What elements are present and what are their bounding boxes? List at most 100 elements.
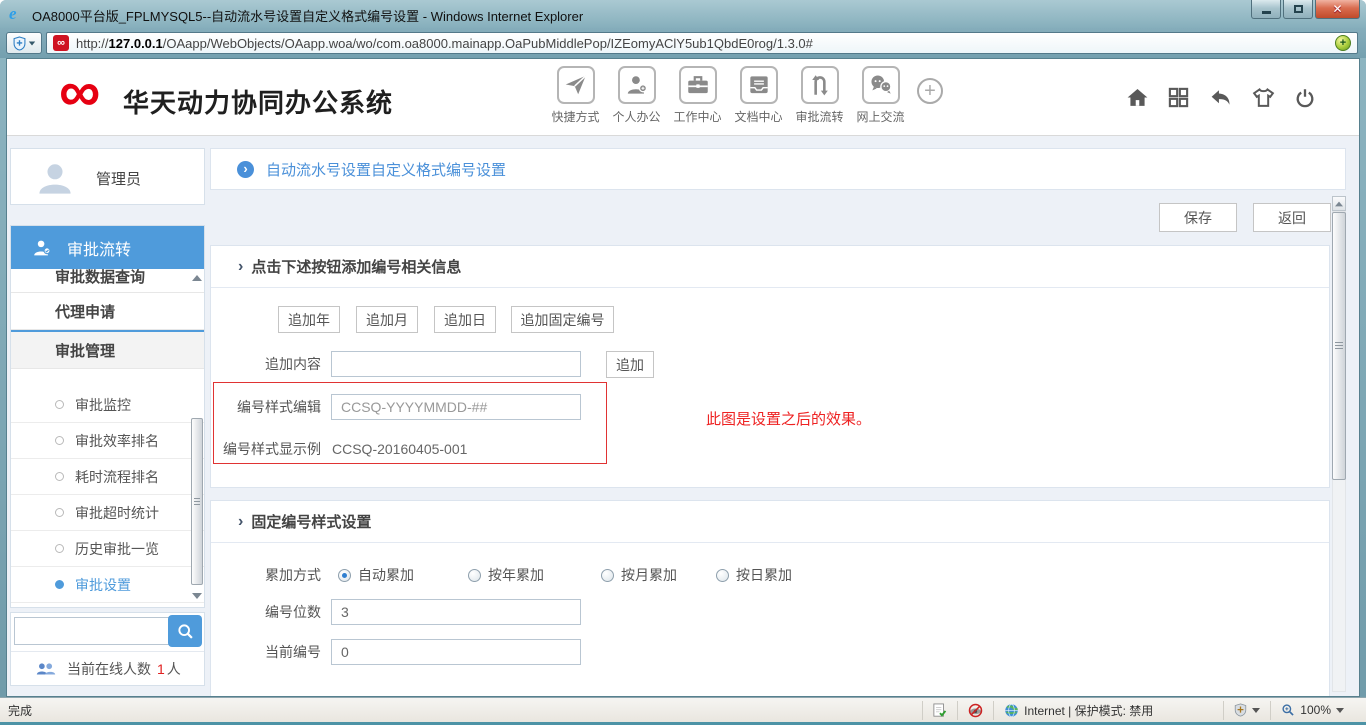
sidebar-scroll-down-icon[interactable] <box>192 593 202 599</box>
append-day-button[interactable]: 追加日 <box>434 306 496 333</box>
maximize-button[interactable] <box>1283 0 1313 19</box>
online-label: 当前在线人数 <box>67 661 151 677</box>
address-bar: ∞ http://127.0.0.1/OAapp/WebObjects/OAap… <box>0 28 1366 58</box>
nav-label: 文档中心 <box>734 110 783 124</box>
sidebar-subitem-approval-settings[interactable]: 审批设置 <box>11 567 204 603</box>
window-titlebar: e OA8000平台版_FPLMYSQL5--自动流水号设置自定义格式编号设置 … <box>0 0 1366 28</box>
sidebar-submenu: 审批监控 审批效率排名 耗时流程排名 审批超时统计 历史审批一览 审批设置 <box>11 387 204 603</box>
current-number-label: 当前编号 <box>265 644 321 660</box>
sidebar-item-data-query[interactable]: 审批数据查询 <box>11 269 204 293</box>
sidebar-scroll-up-icon[interactable] <box>192 275 202 281</box>
append-content-input[interactable] <box>331 351 581 377</box>
app-header: ∞ 华天动力协同办公系统 快捷方式 个人办公 工作中心 文档中心 审批流转 网上… <box>7 59 1359 136</box>
bullet-icon <box>55 436 64 445</box>
site-favicon: ∞ <box>53 35 69 51</box>
back-arrow-icon[interactable] <box>1207 85 1234 110</box>
zoom-level-text: 100% <box>1300 703 1331 717</box>
sidebar-subitem-history-list[interactable]: 历史审批一览 <box>11 531 204 567</box>
radio-label: 按月累加 <box>621 567 677 583</box>
minimize-button[interactable] <box>1251 0 1281 19</box>
ie-icon: e <box>9 4 17 23</box>
page-title: 自动流水号设置自定义格式编号设置 <box>266 161 507 179</box>
compatibility-button[interactable] <box>6 32 42 54</box>
back-button[interactable]: 返回 <box>1253 203 1331 232</box>
small-shield-icon <box>1235 703 1247 717</box>
radio-yearly-accumulate[interactable]: 按年累加 <box>468 567 544 583</box>
scroll-up-button[interactable] <box>1332 196 1346 211</box>
append-button[interactable]: 追加 <box>606 351 654 378</box>
online-unit: 人 <box>166 661 181 677</box>
sidebar-item-label: 代理申请 <box>55 303 116 321</box>
append-year-button[interactable]: 追加年 <box>278 306 340 333</box>
app-body: 管理员 审批流转 审批数据查询 代理申请 审批管理 审批监控 审批效率排名 耗时… <box>7 136 1359 696</box>
nav-label: 审批流转 <box>795 110 844 124</box>
current-number-input[interactable] <box>331 639 581 665</box>
nav-item-work-center[interactable]: 工作中心 <box>667 66 728 125</box>
sidebar-subitem-approval-monitor[interactable]: 审批监控 <box>11 387 204 423</box>
subitem-label: 审批效率排名 <box>75 432 159 449</box>
append-fixed-number-button[interactable]: 追加固定编号 <box>511 306 614 333</box>
bullet-icon <box>55 508 64 517</box>
close-button[interactable]: ✕ <box>1315 0 1360 19</box>
user-name: 管理员 <box>96 171 142 188</box>
sidebar-item-agent-apply[interactable]: 代理申请 <box>11 293 204 330</box>
subitem-label: 审批监控 <box>75 396 131 413</box>
radio-monthly-accumulate[interactable]: 按月累加 <box>601 567 677 583</box>
style-edit-input[interactable] <box>331 394 581 420</box>
globe-icon <box>1005 703 1019 717</box>
radio-icon <box>601 568 614 582</box>
radio-label: 按年累加 <box>488 567 544 583</box>
append-month-button[interactable]: 追加月 <box>356 306 418 333</box>
theme-tshirt-icon[interactable] <box>1251 85 1276 110</box>
subitem-label: 审批设置 <box>75 576 131 593</box>
sidebar-item-approval-manage[interactable]: 审批管理 <box>11 332 204 369</box>
sidebar-scrollbar-thumb[interactable] <box>191 418 203 585</box>
grid-apps-icon[interactable] <box>1167 86 1190 109</box>
sidebar-menu: 审批流转 审批数据查询 代理申请 审批管理 审批监控 审批效率排名 耗时流程排名… <box>10 225 205 608</box>
window-controls: ✕ <box>1249 0 1360 19</box>
window-title: OA8000平台版_FPLMYSQL5--自动流水号设置自定义格式编号设置 - … <box>32 9 584 24</box>
search-input[interactable] <box>14 617 172 645</box>
security-orb-icon[interactable]: + <box>1335 35 1351 51</box>
radio-auto-accumulate[interactable]: 自动累加 <box>338 567 414 583</box>
search-icon <box>177 623 193 639</box>
main-scrollbar-thumb[interactable] <box>1332 212 1346 480</box>
power-logout-icon[interactable] <box>1293 86 1317 110</box>
search-button[interactable] <box>168 615 202 647</box>
style-sample-label: 编号样式显示例 <box>223 441 321 457</box>
sidebar-group-approval-flow[interactable]: 审批流转 <box>11 226 204 269</box>
document-tray-icon <box>739 66 778 104</box>
bullet-icon <box>55 472 64 481</box>
url-field[interactable]: ∞ http://127.0.0.1/OAapp/WebObjects/OAap… <box>46 32 1358 54</box>
sidebar-group-label: 审批流转 <box>67 241 132 259</box>
nav-label: 网上交流 <box>856 110 905 124</box>
status-zoom-segment[interactable]: 100% <box>1270 700 1366 720</box>
add-shortcut-icon[interactable]: + <box>917 78 943 104</box>
sidebar-item-label: 审批管理 <box>55 342 116 360</box>
sidebar-subitem-timeout-stats[interactable]: 审批超时统计 <box>11 495 204 531</box>
uturn-arrows-icon <box>800 66 839 104</box>
security-zone-text: Internet | 保护模式: 禁用 <box>1024 703 1154 718</box>
chevron-down-icon <box>28 41 35 45</box>
brand-name: 华天动力协同办公系统 <box>123 88 394 118</box>
nav-item-approval-flow[interactable]: 审批流转 <box>789 66 850 125</box>
section-add-number-info: 点击下述按钮添加编号相关信息 追加年 追加月 追加日 追加固定编号 追加内容 追… <box>210 245 1330 488</box>
radio-daily-accumulate[interactable]: 按日累加 <box>716 567 792 583</box>
url-domain: 127.0.0.1 <box>108 35 163 51</box>
digits-input[interactable] <box>331 599 581 625</box>
nav-item-shortcuts[interactable]: 快捷方式 <box>545 66 606 125</box>
save-button[interactable]: 保存 <box>1159 203 1237 232</box>
nav-item-personal-office[interactable]: 个人办公 <box>606 66 667 125</box>
chevron-down-icon <box>1336 707 1344 713</box>
subitem-label: 耗时流程排名 <box>75 468 159 485</box>
nav-item-document-center[interactable]: 文档中心 <box>728 66 789 125</box>
status-shield-segment[interactable] <box>1223 700 1270 720</box>
nav-item-online-chat[interactable]: 网上交流 <box>850 66 911 125</box>
subitem-label: 审批超时统计 <box>75 504 159 521</box>
bullet-icon <box>55 580 64 589</box>
subitem-label: 历史审批一览 <box>75 540 159 557</box>
sidebar-subitem-efficiency-rank[interactable]: 审批效率排名 <box>11 423 204 459</box>
style-edit-label: 编号样式编辑 <box>237 399 321 415</box>
home-icon[interactable] <box>1125 85 1150 110</box>
sidebar-subitem-time-rank[interactable]: 耗时流程排名 <box>11 459 204 495</box>
